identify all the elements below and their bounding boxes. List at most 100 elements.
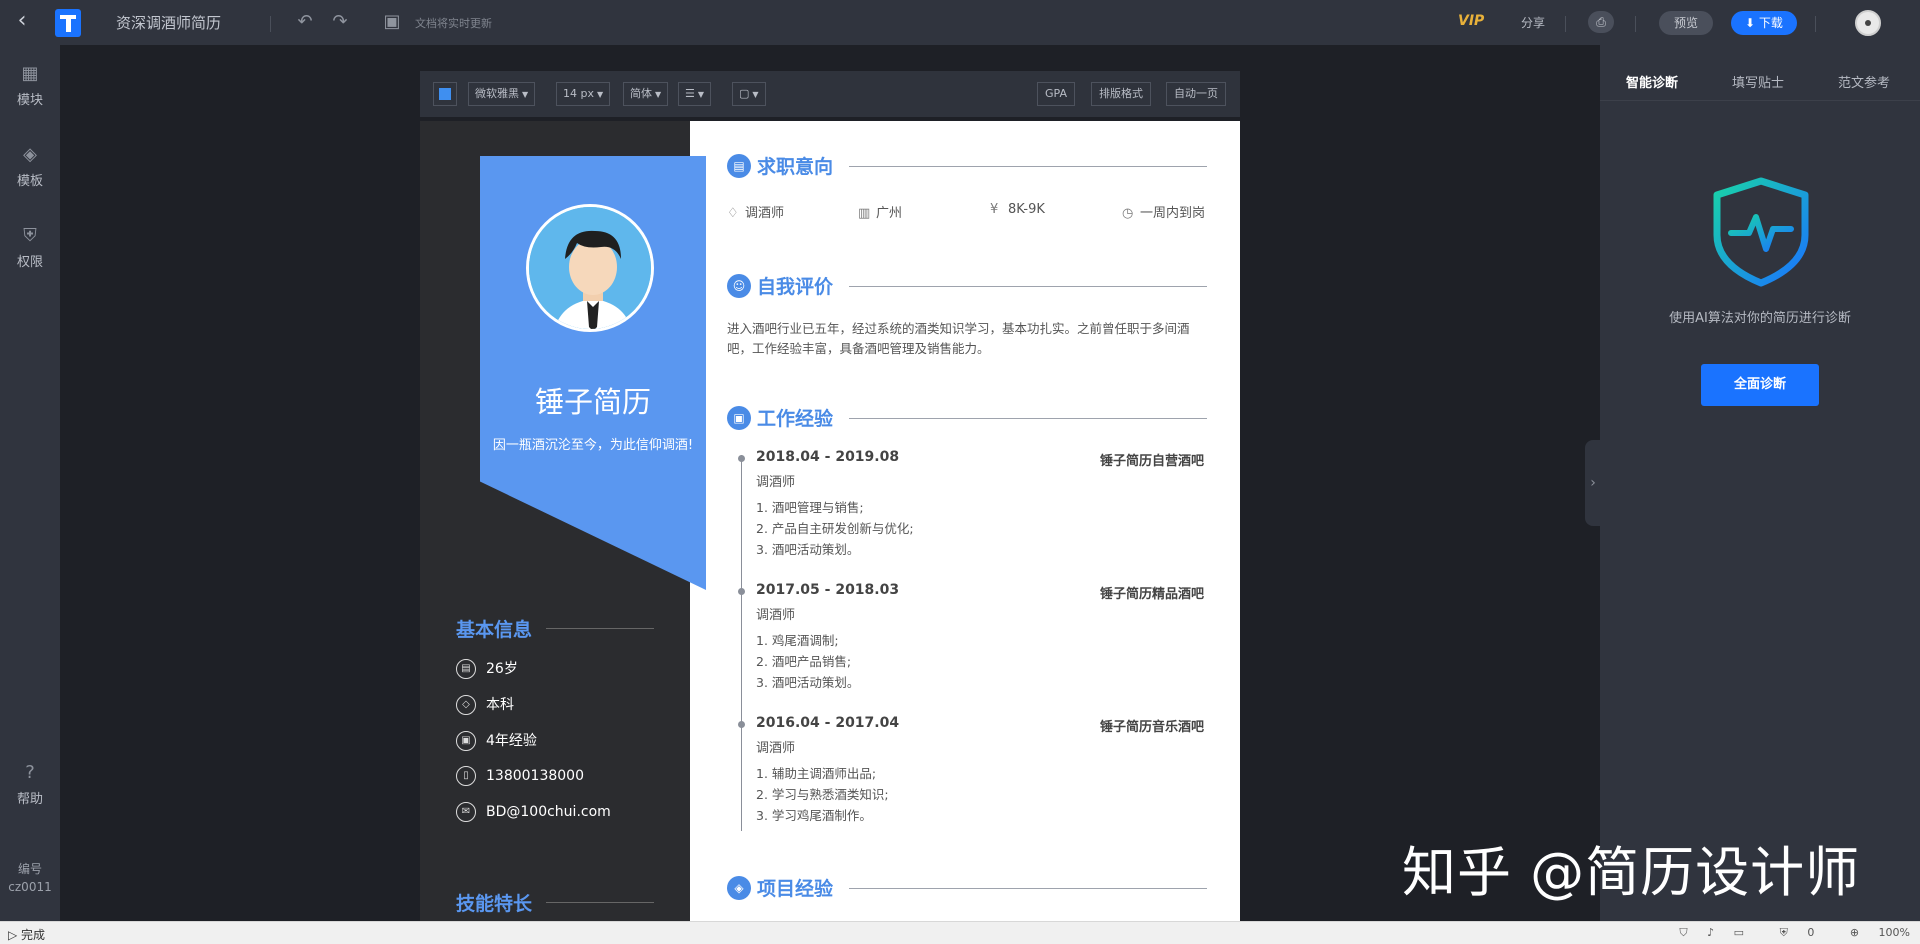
sidebar-item-help[interactable]: ? 帮助	[0, 762, 60, 807]
collapse-panel-icon[interactable]: ›	[1585, 440, 1601, 526]
intent-value: 广州	[876, 206, 903, 221]
job-company[interactable]: 锤子简历自营酒吧	[1100, 450, 1204, 469]
section-work-experience[interactable]: ▣ 工作经验	[727, 403, 1207, 433]
font-size-select[interactable]: 14 px ▼	[556, 82, 611, 106]
top-bar: ‹ 资深调酒师简历 ↶ ↷ ▣ 文档将实时更新 VIP 分享 ⎙ 预览 ⬇ 下载	[0, 0, 1920, 45]
intent-salary[interactable]: ¥8K-9K	[990, 202, 1045, 217]
job-date[interactable]: 2016.04 - 2017.04	[756, 715, 899, 731]
profile-photo[interactable]	[526, 204, 654, 332]
window-icon[interactable]: ▭	[1734, 926, 1744, 939]
job-title[interactable]: 调酒师	[756, 471, 795, 490]
vip-icon[interactable]: VIP	[1458, 13, 1484, 29]
sidebar-item-templates[interactable]: ◈ 模板	[0, 144, 60, 189]
sidebar-item-permissions[interactable]: ⛨ 权限	[0, 225, 60, 270]
chevron-down-icon: ▼	[697, 90, 705, 99]
section-title: 求职意向	[757, 156, 834, 178]
info-phone[interactable]: ▯ 13800138000	[456, 766, 584, 786]
line-height-select[interactable]: ☰ ▼	[678, 82, 712, 106]
code-label: 编号	[17, 862, 42, 876]
margin-select[interactable]: ▢ ▼	[732, 82, 766, 106]
speaker-icon[interactable]: ♪	[1707, 926, 1714, 939]
job-duty: 2. 酒吧产品销售;	[756, 654, 852, 669]
timeline-dot	[738, 455, 745, 462]
redo-icon[interactable]: ↷	[328, 11, 352, 33]
section-job-intent[interactable]: ▤ 求职意向	[727, 151, 1207, 181]
info-experience[interactable]: ▣ 4年经验	[456, 730, 537, 751]
job-description[interactable]: 1. 辅助主调酒师出品; 2. 学习与熟悉酒类知识; 3. 学习鸡尾酒制作。	[756, 763, 889, 826]
user-avatar[interactable]	[1855, 10, 1881, 36]
layout-format-button[interactable]: 排版格式	[1091, 82, 1151, 106]
font-family-select[interactable]: 微软雅黑 ▼	[468, 82, 536, 106]
theme-color-picker[interactable]	[433, 82, 457, 106]
intent-city[interactable]: ▥ 广州	[858, 202, 902, 221]
panel-tabs: 智能诊断 填写贴士 范文参考	[1600, 45, 1920, 101]
job-duty: 1. 酒吧管理与销售;	[756, 500, 864, 515]
full-diagnosis-button[interactable]: 全面诊断	[1701, 364, 1819, 406]
preview-button[interactable]: 预览	[1659, 11, 1713, 35]
sidebar-item-label: 权限	[16, 255, 43, 270]
tab-smart-diagnosis[interactable]: 智能诊断	[1626, 72, 1678, 91]
resume-right-column: ▤ 求职意向 ♢ 调酒师 ▥ 广州 ¥8K-9K ◷ 一周内到岗 ☺ 自我评价 进入酒…	[690, 121, 1240, 921]
job-description[interactable]: 1. 鸡尾酒调制; 2. 酒吧产品销售; 3. 酒吧活动策划。	[756, 630, 859, 693]
info-value: BD@100chui.com	[486, 804, 611, 820]
job-date[interactable]: 2018.04 - 2019.08	[756, 449, 899, 465]
skills-title[interactable]: 技能特长	[456, 889, 532, 916]
divider	[1635, 16, 1636, 32]
download-button[interactable]: ⬇ 下载	[1731, 11, 1797, 35]
divider	[849, 166, 1207, 167]
job-date[interactable]: 2017.05 - 2018.03	[756, 582, 899, 598]
shield-icon: ⛨	[23, 225, 37, 246]
calendar-icon: ▤	[456, 659, 476, 679]
sidebar-item-label: 帮助	[16, 792, 43, 807]
graduation-icon: ◇	[456, 695, 476, 715]
info-age[interactable]: ▤ 26岁	[456, 658, 518, 679]
resume-page[interactable]: 锤子简历 因一瓶酒沉沦至今，为此信仰调酒! 基本信息 ▤ 26岁 ◇ 本科 ▣ 4年经…	[420, 121, 1240, 921]
divider	[1815, 16, 1816, 32]
undo-icon[interactable]: ↶	[293, 11, 317, 33]
job-company[interactable]: 锤子简历精品酒吧	[1100, 583, 1204, 602]
save-icon[interactable]: ▣	[380, 11, 404, 33]
tab-writing-tips[interactable]: 填写贴士	[1732, 72, 1784, 91]
app-logo-icon[interactable]	[55, 9, 81, 37]
zoom-level[interactable]: ⊕ 100%	[1834, 926, 1910, 939]
help-icon: ?	[25, 762, 35, 783]
info-email[interactable]: ✉ BD@100chui.com	[456, 802, 611, 822]
play-icon[interactable]: ▷	[8, 928, 21, 942]
yen-icon: ¥	[990, 202, 999, 217]
print-icon[interactable]: ⎙	[1588, 11, 1614, 33]
status-text: 完成	[21, 928, 46, 942]
job-description[interactable]: 1. 酒吧管理与销售; 2. 产品自主研发创新与优化; 3. 酒吧活动策划。	[756, 497, 914, 560]
font-family-value: 微软雅黑	[475, 87, 519, 100]
blocks-icon: ▦	[21, 63, 39, 84]
intent-availability[interactable]: ◷ 一周内到岗	[1122, 202, 1205, 221]
info-education[interactable]: ◇ 本科	[456, 694, 514, 715]
editor-canvas: 微软雅黑 ▼ 14 px ▼ 简体 ▼ ☰ ▼ ▢ ▼ GPA 排版格式 自动一页 锤子简…	[60, 45, 1600, 921]
job-title[interactable]: 调酒师	[756, 737, 795, 756]
info-value: 本科	[486, 697, 514, 713]
candidate-name[interactable]: 锤子简历	[480, 379, 706, 421]
section-project-experience[interactable]: ◈ 项目经验	[727, 873, 1207, 903]
divider	[270, 16, 271, 32]
timeline-line	[741, 455, 742, 831]
document-title[interactable]: 资深调酒师简历	[116, 12, 221, 33]
back-icon[interactable]: ‹	[10, 10, 34, 34]
job-duty: 2. 产品自主研发创新与优化;	[756, 521, 914, 536]
tab-sample-reference[interactable]: 范文参考	[1838, 72, 1890, 91]
job-company[interactable]: 锤子简历音乐酒吧	[1100, 716, 1204, 735]
candidate-motto[interactable]: 因一瓶酒沉沦至今，为此信仰调酒!	[492, 438, 694, 454]
share-button[interactable]: 分享	[1521, 14, 1545, 31]
self-evaluation-text[interactable]: 进入酒吧行业已五年，经过系统的酒类知识学习，基本功扎实。之前曾任职于多间酒吧，工…	[727, 319, 1211, 359]
job-title[interactable]: 调酒师	[756, 604, 795, 623]
sidebar-item-modules[interactable]: ▦ 模块	[0, 63, 60, 108]
script-select[interactable]: 简体 ▼	[623, 82, 669, 106]
auto-one-page-button[interactable]: 自动一页	[1166, 82, 1226, 106]
section-self-evaluation[interactable]: ☺ 自我评价	[727, 271, 1207, 301]
block-counter[interactable]: ⛨ 0	[1764, 926, 1815, 939]
shield-check-icon[interactable]: ⛉	[1679, 926, 1687, 939]
clock-icon: ◷	[1122, 206, 1134, 221]
intent-position[interactable]: ♢ 调酒师	[727, 202, 784, 221]
gpa-button[interactable]: GPA	[1037, 82, 1075, 106]
line-height-icon: ☰	[685, 87, 695, 100]
chevron-down-icon: ▼	[522, 90, 529, 99]
basic-info-title[interactable]: 基本信息	[456, 615, 532, 642]
